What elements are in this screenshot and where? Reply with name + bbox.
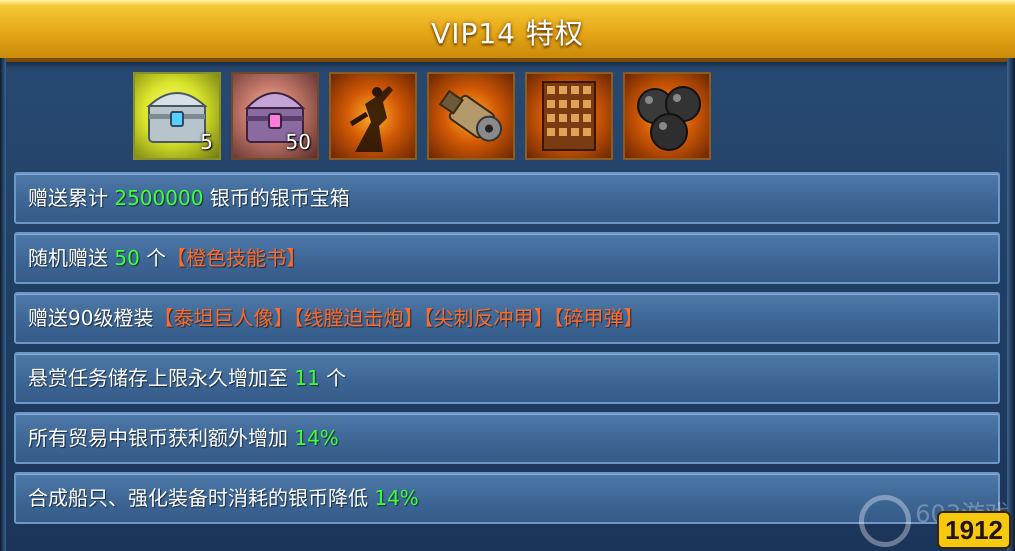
highlight-value: 11 [294, 366, 320, 390]
frame-right [1007, 58, 1015, 551]
swirl-icon [859, 495, 912, 547]
gatling-cannon-icon[interactable] [427, 72, 515, 160]
title-bar: VIP14 特权 [0, 0, 1015, 62]
frame-left [0, 58, 6, 551]
highlight-value: 2500000 [114, 186, 204, 210]
privilege-row: 所有贸易中银币获利额外增加 14% [14, 412, 1000, 464]
site-logo: 1912 [937, 511, 1011, 549]
item-name[interactable]: 【泰坦巨人像】 [153, 306, 293, 330]
panel-title: VIP14 特权 [431, 17, 584, 50]
privilege-row: 赠送累计 2500000 银币的银币宝箱 [14, 172, 1000, 224]
purple-chest-icon[interactable]: 50 [231, 72, 319, 160]
highlight-value: 50 [114, 246, 140, 270]
privilege-row: 赠送90级橙装【泰坦巨人像】【线膛迫击炮】【尖刺反冲甲】【碎甲弹】 [14, 292, 1000, 344]
reward-count: 5 [200, 130, 213, 154]
item-name[interactable]: 【线膛迫击炮】 [293, 306, 423, 330]
armor-piercing-shells-icon[interactable] [623, 72, 711, 160]
titan-statue-icon[interactable] [329, 72, 417, 160]
privilege-row: 随机赠送 50 个【橙色技能书】 [14, 232, 1000, 284]
item-name[interactable]: 【碎甲弹】 [553, 306, 643, 330]
highlight-value: 14% [294, 426, 339, 450]
silver-chest-icon[interactable]: 5 [133, 72, 221, 160]
reward-count: 50 [285, 130, 311, 154]
privilege-row: 合成船只、强化装备时消耗的银币降低 14% [14, 472, 1000, 524]
privilege-list: 赠送累计 2500000 银币的银币宝箱 随机赠送 50 个【橙色技能书】 赠送… [14, 172, 1000, 532]
highlight-value: 14% [374, 486, 419, 510]
vip-privilege-panel: VIP14 特权 5 50 赠送累计 2500000 银币的银币宝箱 随机赠送 … [0, 0, 1015, 551]
item-name[interactable]: 【尖刺反冲甲】 [423, 306, 553, 330]
privilege-row: 悬赏任务储存上限永久增加至 11 个 [14, 352, 1000, 404]
item-name[interactable]: 【橙色技能书】 [166, 246, 306, 270]
reward-icons: 5 50 [133, 72, 711, 164]
spiked-armor-icon[interactable] [525, 72, 613, 160]
